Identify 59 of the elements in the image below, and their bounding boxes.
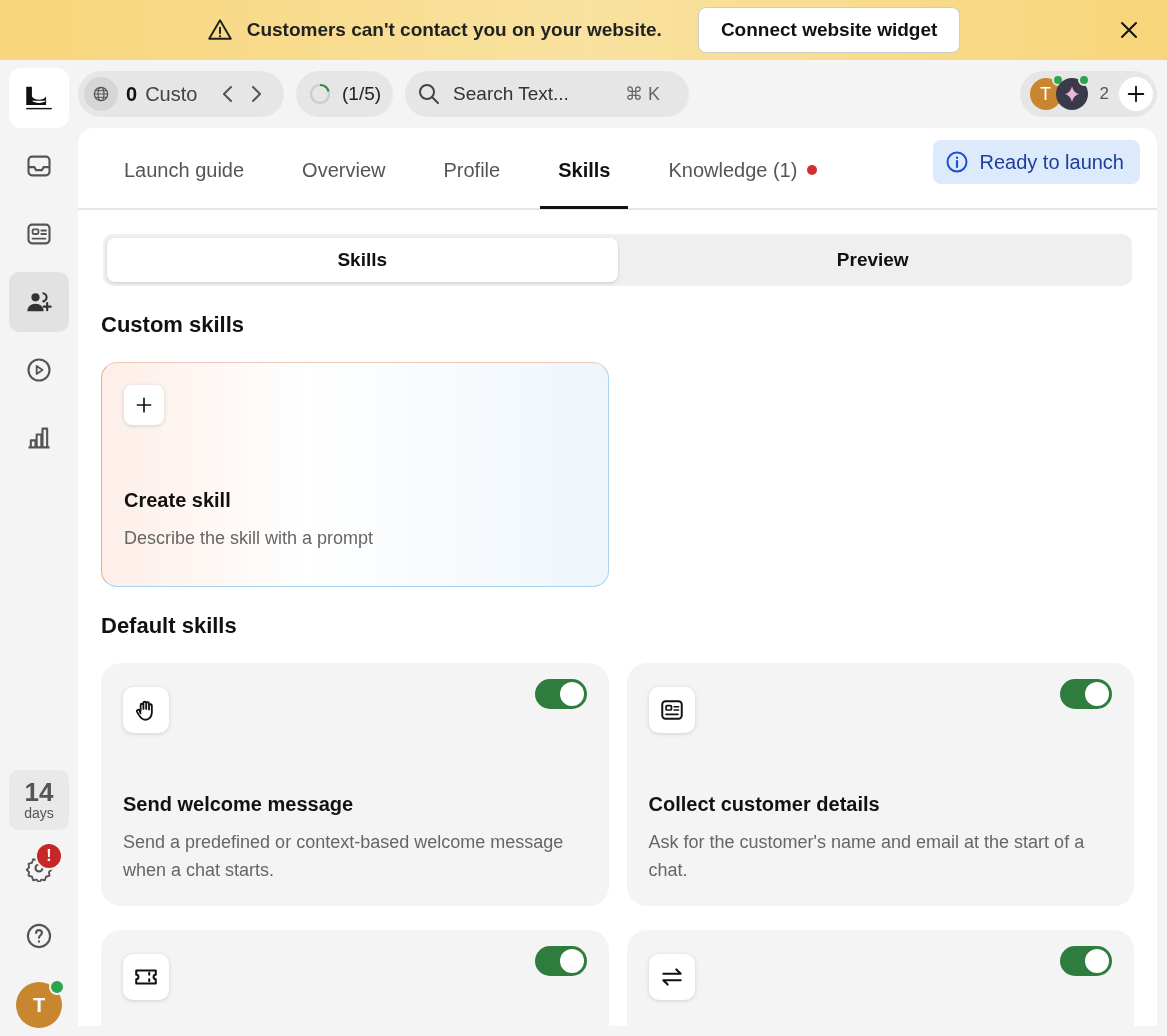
plus-icon	[1125, 83, 1147, 105]
sparkle-icon	[1064, 86, 1079, 102]
globe-icon	[91, 84, 111, 104]
team-members[interactable]: T 2	[1019, 71, 1157, 117]
chevron-left-icon	[223, 86, 233, 102]
search-input[interactable]: Search Text...	[451, 82, 616, 106]
trial-count: 14	[24, 779, 54, 805]
toggle-switch[interactable]	[534, 679, 587, 709]
member-avatar: T	[1029, 78, 1062, 110]
inbox-name: Custo	[145, 82, 199, 106]
next-button[interactable]	[252, 86, 262, 102]
search-icon	[417, 82, 442, 106]
segment-tab[interactable]: Skills	[107, 238, 618, 282]
keyboard-shortcut: ⌘ K	[625, 83, 661, 105]
chevron-right-icon	[252, 86, 262, 102]
previous-button[interactable]	[223, 86, 233, 102]
status-text: Ready to launch	[979, 150, 1124, 174]
alert-dot	[807, 165, 818, 175]
logo[interactable]	[9, 68, 69, 128]
card-title: Create skill	[124, 489, 232, 512]
contact-card-icon	[658, 697, 685, 723]
online-dot	[1051, 74, 1064, 86]
setup-progress[interactable]: (1/5)	[296, 71, 394, 117]
info-icon	[945, 150, 970, 174]
card-description: Describe the skill with a prompt	[124, 527, 375, 550]
online-dot	[49, 979, 65, 995]
segment-tab[interactable]: Preview	[617, 238, 1128, 282]
banner-message: Customers can't contact you on your website.	[246, 19, 662, 41]
tab[interactable]: Knowledge (1)	[650, 128, 836, 209]
alert-badge: !	[35, 842, 63, 870]
create-skill-card[interactable]: Create skill Describe the skill with a prompt	[101, 362, 609, 587]
tab[interactable]: Skills	[540, 128, 629, 209]
progress-label: (1/5)	[342, 83, 382, 105]
section-heading: Custom skills	[101, 312, 246, 338]
card-title: Collect customer details	[648, 793, 881, 816]
trial-unit: days	[24, 805, 54, 821]
settings-button[interactable]: !	[9, 838, 69, 898]
member-count: 2	[1099, 84, 1109, 104]
tab[interactable]: Launch guide	[106, 128, 263, 209]
search-field[interactable]: Search Text... ⌘ K	[405, 71, 690, 117]
card-description: Send a predefined or context-based welcome message when a chat starts.	[123, 831, 565, 882]
help-icon	[25, 922, 53, 950]
add-member-button[interactable]	[1119, 77, 1153, 111]
inbox-count: 0	[126, 82, 138, 106]
inbox-switcher[interactable]: 0 Custo	[78, 71, 284, 117]
connect-widget-button[interactable]: Connect website widget	[697, 7, 961, 53]
toggle-switch[interactable]	[534, 946, 587, 976]
toggle-switch[interactable]	[1060, 679, 1112, 709]
toggle-switch[interactable]	[1060, 946, 1112, 976]
tab[interactable]: Profile	[425, 128, 519, 209]
nav-item[interactable]	[9, 272, 69, 332]
card-title: Send welcome message	[123, 793, 355, 816]
tab[interactable]: Overview	[284, 128, 404, 209]
online-dot	[1077, 74, 1090, 86]
plus-icon	[134, 395, 154, 415]
card-description: Ask for the customer's name and email at the start of a chat.	[648, 831, 1086, 882]
warning-icon	[206, 17, 233, 43]
section-heading: Default skills	[101, 613, 238, 639]
play-icon	[25, 356, 53, 384]
